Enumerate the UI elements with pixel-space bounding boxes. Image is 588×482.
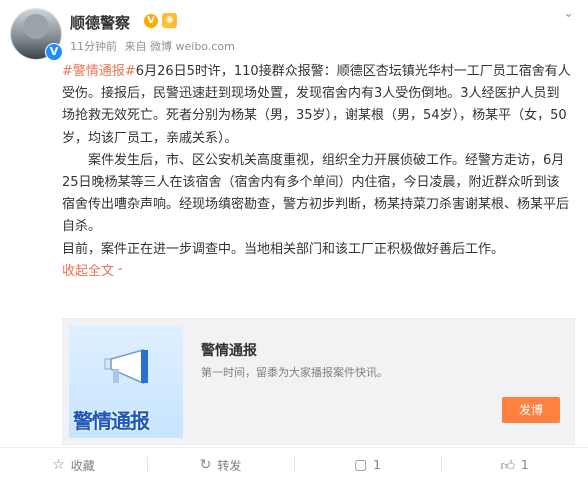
favorite-label: 收藏 [70,458,95,473]
post-time[interactable]: 11分钟前 [70,40,117,53]
card-description: 第一时间，留黍为大家播报案件快讯。 [201,366,388,379]
post-paragraph-3: 目前，案件正在进一步调查中。当地相关部门和该工厂正积极做好善后工作。 [62,241,505,257]
chevron-down-icon[interactable]: ⌄ [563,6,574,21]
post-paragraph-1: #警情通报#6月26日5时许，110接群众报警：顺德区杏坛镇光华村一工厂员工宿舍… [62,61,572,150]
post-source[interactable]: 来自 微博 weibo.com [125,40,235,53]
comment-button[interactable]: ▢ 1 [294,448,441,482]
card-thumbnail: 警情通报 [69,325,183,438]
account-name[interactable]: 顺德警察 [70,12,130,33]
post-weibo-button[interactable]: 发博 [502,397,560,423]
avatar[interactable]: V [10,8,63,61]
card-thumbnail-text: 警情通报 [73,409,150,433]
post-meta: 11分钟前 来自 微博 weibo.com [70,38,239,54]
verified-v-icon[interactable]: V [144,14,158,28]
comment-icon: ▢ [354,457,368,473]
collapse-text-link[interactable]: 收起全文 ⌃ [62,264,124,279]
weibo-member-icon[interactable]: ◉ [162,13,177,28]
chevron-up-icon: ⌃ [116,266,125,278]
like-button[interactable]: 👍︎ 1 [441,448,588,482]
paragraph-1-text: 6月26日5时许，110接群众报警：顺德区杏坛镇光华村一工厂员工宿舍有人受伤。接… [62,64,571,146]
like-count: 1 [521,458,529,472]
repost-label: 转发 [217,458,242,473]
verified-badge-icon: V [45,43,63,61]
collapse-label: 收起全文 [62,263,115,279]
card-title[interactable]: 警情通报 [201,340,257,360]
comment-count: 1 [373,458,381,472]
repost-icon: ↻ [199,457,212,473]
post-paragraph-2: 案件发生后，市、区公安机关高度重视，组织全力开展侦破工作。经警方走访，6月25日… [62,152,570,235]
hashtag-link[interactable]: #警情通报# [62,64,136,79]
post-body: #警情通报#6月26日5时许，110接群众报警：顺德区杏坛镇光华村一工厂员工宿舍… [62,61,572,284]
thumbs-up-icon: 👍︎ [500,457,515,474]
repost-button[interactable]: ↻ 转发 [147,448,294,482]
star-icon: ☆ [52,457,65,473]
link-card[interactable]: 警情通报 警情通报 第一时间，留黍为大家播报案件快讯。 发博 [62,318,575,445]
megaphone-icon [104,349,148,385]
action-bar: ☆ 收藏 ↻ 转发 ▢ 1 👍︎ 1 [0,448,588,482]
favorite-button[interactable]: ☆ 收藏 [0,448,147,482]
